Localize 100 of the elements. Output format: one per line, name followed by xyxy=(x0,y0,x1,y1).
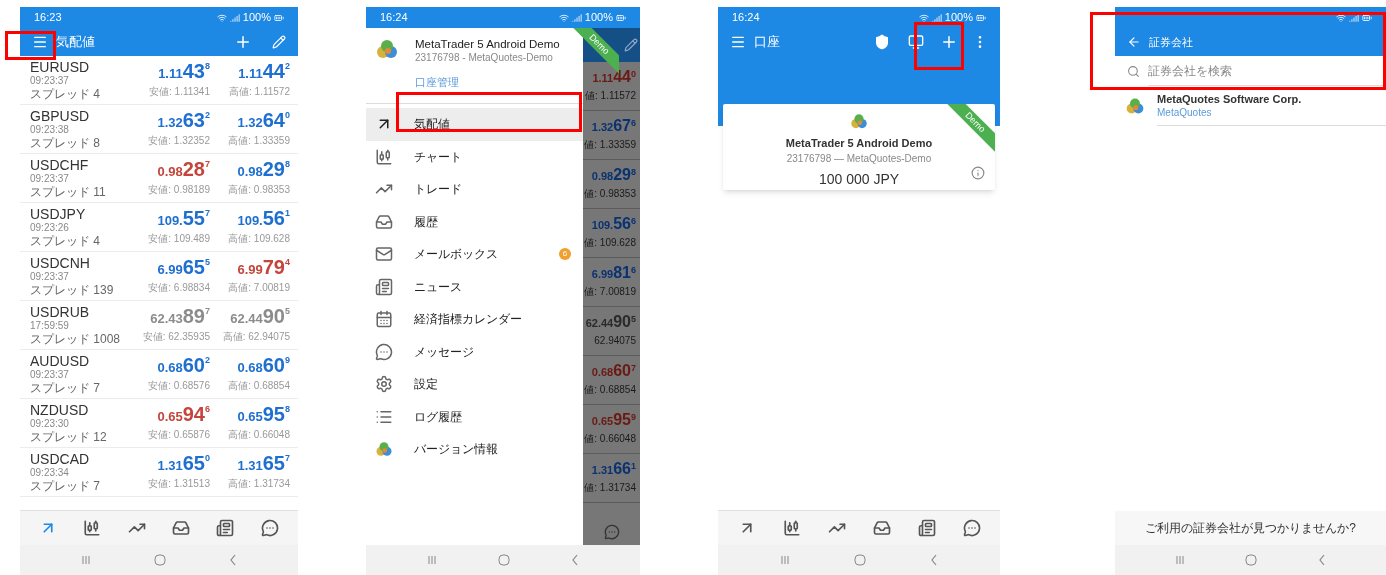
low-price-text: 安値: 109.489 xyxy=(148,232,210,246)
high-price-text: 値: 1.31734 xyxy=(584,481,636,495)
battery-icon xyxy=(616,12,626,23)
high-price-text: 値: 109.628 xyxy=(584,236,636,250)
drawer-item[interactable]: ニュース xyxy=(366,270,583,303)
drawer-item[interactable]: チャート xyxy=(366,140,583,173)
drawer-item[interactable]: 経済指標カレンダー xyxy=(366,303,583,336)
status-time: 16:24 xyxy=(380,10,408,26)
drawer-item[interactable]: メールボックス 6 xyxy=(366,238,583,271)
low-price-text: 安値: 1.32352 xyxy=(148,134,210,148)
newspaper-icon[interactable] xyxy=(917,519,936,537)
broker-item[interactable]: MetaQuotes Software Corp. MetaQuotes xyxy=(1115,86,1386,126)
drawer-item-label: チャート xyxy=(414,148,463,166)
time-text: 09:23:37 xyxy=(30,173,70,185)
drawer-item[interactable]: バージョン情報 xyxy=(366,433,583,466)
status-time: 16:23 xyxy=(34,10,62,26)
high-price-text: 高値: 109.628 xyxy=(228,232,290,246)
home-icon[interactable] xyxy=(854,554,866,566)
high-price-text: 高値: 7.00819 xyxy=(228,281,290,295)
drawer-item-label: バージョン情報 xyxy=(414,441,499,459)
low-price-text: 安値: 62.35935 xyxy=(142,330,210,344)
high-price-text: 値: 7.00819 xyxy=(584,285,636,299)
newspaper-icon xyxy=(375,277,393,296)
high-price-text: 高値: 1.33359 xyxy=(228,134,290,148)
search-icon xyxy=(1127,64,1140,78)
home-icon[interactable] xyxy=(154,554,166,566)
battery-text: 100% xyxy=(242,10,271,26)
drawer-item[interactable]: 気配値 xyxy=(366,108,583,141)
low-price-text: 安値: 6.98834 xyxy=(148,281,210,295)
high-price-text: 値: 1.11572 xyxy=(585,89,636,103)
monitor-icon[interactable] xyxy=(908,34,924,50)
drawer-item-label: 経済指標カレンダー xyxy=(414,311,523,329)
back-icon[interactable] xyxy=(228,554,237,566)
symbol-text: USDRUB xyxy=(30,304,91,320)
drawer-item[interactable]: 設定 xyxy=(366,368,583,401)
wifi-icon xyxy=(1336,12,1346,23)
high-price-text: 高値: 0.98353 xyxy=(228,183,290,197)
search-field[interactable]: 証券会社を検索 xyxy=(1148,56,1386,86)
time-text: 09:23:37 xyxy=(30,369,70,381)
battery-icon xyxy=(1362,12,1372,23)
menu-icon[interactable] xyxy=(730,34,746,50)
symbol-text: EURUSD xyxy=(30,59,91,75)
drawer-item[interactable]: トレード xyxy=(366,173,583,206)
shield-icon[interactable] xyxy=(874,34,890,50)
high-price-text: 62.94075 xyxy=(594,334,636,348)
time-text: 09:23:34 xyxy=(30,467,70,479)
drawer-item[interactable]: ログ履歴 xyxy=(366,400,583,433)
back-icon[interactable] xyxy=(930,554,938,566)
drawer-item[interactable]: メッセージ xyxy=(366,335,583,368)
symbol-text: USDCAD xyxy=(30,451,91,467)
chat-icon[interactable] xyxy=(962,519,981,537)
candlestick-icon[interactable] xyxy=(782,519,801,537)
drawer-item-label: 履歴 xyxy=(414,213,439,231)
wifi-icon xyxy=(918,12,929,23)
spread-text: スプレッド 7 xyxy=(30,381,101,395)
drawer-item-label: 設定 xyxy=(414,376,439,394)
symbol-text: USDJPY xyxy=(30,206,87,222)
settings-icon xyxy=(375,375,393,394)
drawer-item[interactable]: 履歴 xyxy=(366,205,583,238)
wifi-icon xyxy=(216,12,227,23)
time-text: 09:23:37 xyxy=(30,75,70,87)
candlestick-icon[interactable] xyxy=(83,519,102,537)
high-price-text: 値: 0.98353 xyxy=(584,187,636,201)
wifi-icon xyxy=(558,12,569,23)
chat-icon xyxy=(603,524,620,540)
header-title: 口座 xyxy=(754,33,780,52)
pencil-icon[interactable] xyxy=(272,35,286,49)
low-price-text: 安値: 1.31513 xyxy=(148,477,210,491)
drawer-item-label: トレード xyxy=(414,181,463,199)
plus-icon[interactable] xyxy=(940,33,958,51)
newspaper-icon[interactable] xyxy=(216,519,235,537)
highlight-box xyxy=(5,31,56,60)
menu-icon[interactable] xyxy=(32,34,48,50)
time-text: 09:23:38 xyxy=(30,124,70,136)
count-badge: 6 xyxy=(559,248,571,261)
info-icon[interactable] xyxy=(971,166,985,180)
home-icon[interactable] xyxy=(1245,554,1258,566)
time-text: 09:23:37 xyxy=(30,271,70,283)
account-name: MetaTrader 5 Android Demo xyxy=(415,37,560,51)
high-price-text: 値: 0.68854 xyxy=(584,383,636,397)
pencil-icon xyxy=(624,38,638,52)
spread-text: スプレッド 8 xyxy=(30,136,101,150)
status-time: 16:24 xyxy=(732,10,760,26)
symbol-text: NZDUSD xyxy=(30,402,90,418)
logo-icon xyxy=(1125,96,1145,116)
spread-text: スプレッド 12 xyxy=(30,430,108,444)
inbox-icon[interactable] xyxy=(172,519,191,537)
chat-icon[interactable] xyxy=(260,519,279,537)
back-icon[interactable] xyxy=(1317,554,1326,566)
account-number: 23176798 - MetaQuotes-Demo xyxy=(415,51,554,65)
drawer-item-label: ログ履歴 xyxy=(414,408,463,426)
inbox-icon[interactable] xyxy=(872,519,891,537)
logo-icon xyxy=(375,440,393,459)
symbol-text: USDCHF xyxy=(30,157,90,173)
battery-icon xyxy=(274,12,284,23)
calendar-icon xyxy=(375,310,393,329)
home-icon[interactable] xyxy=(498,554,510,566)
drawer-item-label: メールボックス xyxy=(414,246,499,264)
back-icon[interactable] xyxy=(571,554,580,566)
plus-icon[interactable] xyxy=(234,33,252,51)
